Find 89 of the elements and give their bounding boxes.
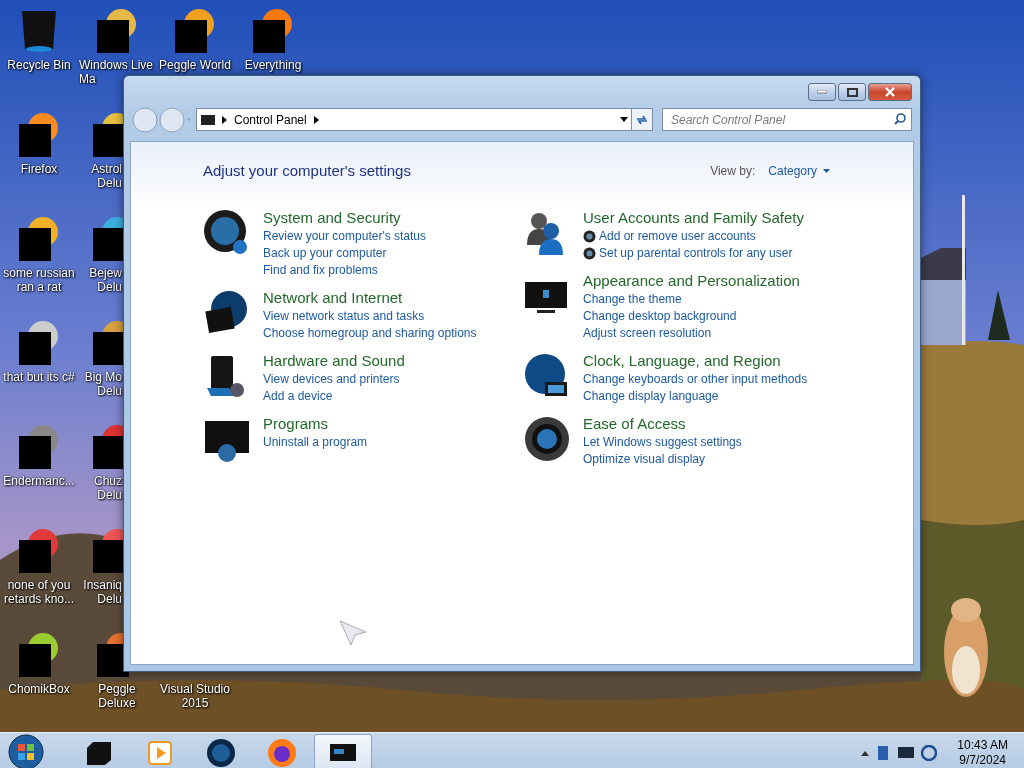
maximize-icon [846, 87, 858, 97]
redacted-icon [95, 8, 139, 54]
category-link[interactable]: Hardware and Sound [263, 352, 405, 370]
redacted-icon [17, 320, 61, 366]
icon-label[interactable]: Astrol Delu [78, 162, 122, 190]
tray-expand-button[interactable] [861, 750, 870, 756]
category-link[interactable]: Programs [263, 415, 368, 433]
view-by-label: View by: [710, 163, 756, 178]
category-link[interactable]: System and Security [263, 209, 427, 227]
search-icon[interactable] [894, 113, 906, 125]
task-link[interactable]: Change desktop background [583, 309, 737, 324]
redacted-icon [173, 8, 217, 54]
clock-date: 9/7/2024 [959, 753, 1006, 768]
cursor-icon [339, 620, 367, 646]
redacted-icon [17, 112, 61, 158]
view-by-dropdown[interactable]: Category [768, 163, 830, 178]
redacted-icon [17, 216, 61, 262]
dial-icon [523, 415, 571, 463]
redacted-icon [17, 528, 61, 574]
redacted-icon [251, 8, 295, 54]
icon-label[interactable]: Everything [234, 58, 312, 72]
task-link[interactable]: Back up your computer [263, 246, 387, 261]
tray-button[interactable] [921, 745, 938, 761]
clock-time: 10:43 AM [957, 738, 1008, 753]
task-link[interactable]: Change display language [583, 389, 719, 404]
browser-icon [267, 738, 297, 768]
play-icon [147, 740, 173, 766]
close-icon [884, 87, 896, 97]
task-link[interactable]: Find and fix problems [263, 263, 378, 278]
page-heading: Adjust your computer's settings [203, 162, 411, 179]
chevron-icon [313, 115, 319, 124]
category-link[interactable]: User Accounts and Family Safety [583, 209, 804, 227]
search-field[interactable]: Search Control Panel [662, 108, 912, 131]
minimize-icon [817, 90, 827, 94]
globe-icon [206, 738, 236, 768]
category-link[interactable]: Clock, Language, and Region [583, 352, 808, 370]
icon-label[interactable]: Peggle Deluxe [78, 682, 156, 710]
caret-icon [823, 168, 830, 173]
icon-label[interactable]: Visual Studio 2015 [156, 682, 234, 710]
taskbar-button[interactable] [314, 734, 372, 768]
icon-label[interactable]: Bejew Delu [78, 266, 122, 294]
redacted-icon [17, 424, 61, 470]
redacted-icon [17, 632, 61, 678]
task-link[interactable]: Add a device [263, 389, 333, 404]
task-link[interactable]: Optimize visual display [583, 452, 706, 467]
task-link[interactable]: Review your computer's status [263, 229, 427, 244]
task-link[interactable]: View devices and printers [263, 372, 400, 387]
task-link[interactable]: View network status and tasks [263, 309, 425, 324]
close-button[interactable] [868, 83, 912, 101]
task-link[interactable]: Adjust screen resolution [583, 326, 712, 341]
icon-label[interactable]: Peggle World [156, 58, 234, 72]
start-button[interactable] [6, 733, 46, 768]
swirl-icon [921, 745, 938, 761]
icon-label[interactable]: Recycle Bin [0, 58, 78, 72]
tree-drawing [988, 290, 1010, 340]
refresh-icon [635, 113, 649, 126]
address-bar[interactable]: Control Panel [196, 108, 633, 131]
icon-label[interactable]: Windows Live Ma [79, 58, 155, 86]
chevron-icon [222, 115, 227, 124]
category-link[interactable]: Network and Internet [263, 289, 477, 307]
clock[interactable]: 10:43 AM 9/7/2024 [957, 738, 1008, 768]
task-link[interactable]: Uninstall a program [263, 435, 368, 450]
task-link[interactable]: Set up parental controls for any user [599, 246, 793, 261]
task-link[interactable]: Change the theme [583, 292, 682, 307]
task-link[interactable]: Change keyboards or other input methods [583, 372, 808, 387]
icon-label[interactable]: Big Mo Delu [78, 370, 122, 398]
maximize-button[interactable] [838, 83, 866, 101]
minimize-button[interactable] [808, 83, 836, 101]
category-link[interactable]: Appearance and Personalization [583, 272, 800, 290]
breadcrumb[interactable]: Control Panel [234, 112, 307, 127]
task-link[interactable]: Add or remove user accounts [599, 229, 756, 244]
caret-icon [861, 750, 870, 756]
icon-label[interactable]: none of you retards kno... [0, 578, 78, 606]
tray-button[interactable] [897, 746, 916, 760]
icon-label[interactable]: Firefox [0, 162, 78, 176]
dropdown-icon[interactable] [620, 117, 628, 122]
task-link[interactable]: Let Windows suggest settings [583, 435, 742, 450]
monitor-icon [897, 746, 916, 760]
monitor-icon [201, 113, 215, 126]
icon-label[interactable]: that but its c# [0, 370, 78, 384]
icon-label[interactable]: some russian ran a rat [0, 266, 78, 294]
icon-label[interactable]: Insaniq Delu [78, 578, 122, 606]
icon-label[interactable]: ChomikBox [0, 682, 78, 696]
bin-icon [19, 8, 59, 54]
monitor-icon [329, 742, 357, 764]
box-icon [84, 740, 114, 766]
task-link[interactable]: Choose homegroup and sharing options [263, 326, 477, 341]
windows-orb-icon [7, 733, 45, 768]
category-link[interactable]: Ease of Access [583, 415, 742, 433]
